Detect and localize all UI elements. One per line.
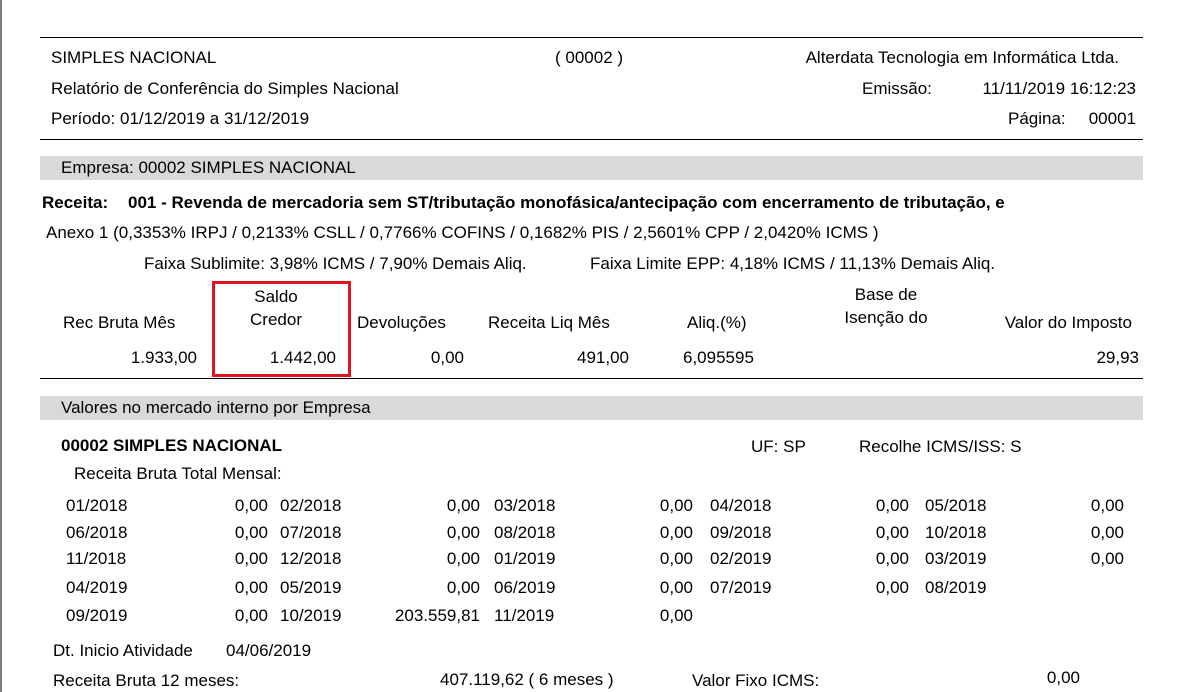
pagina-value: 00001	[1088, 109, 1136, 128]
empresa-detail-name: 00002 SIMPLES NACIONAL	[61, 436, 283, 455]
month-value: 0,00	[875, 496, 909, 515]
month-label: 03/2019	[925, 549, 987, 568]
col-base-line1: Base de	[854, 285, 918, 304]
receita-12-label: Receita Bruta 12 meses:	[53, 671, 240, 690]
value-receita-liq-mes: 491,00	[577, 348, 629, 367]
col-devolucoes: Devoluções	[357, 313, 446, 332]
month-value: 0,00	[234, 523, 268, 542]
month-label: 07/2019	[710, 578, 772, 597]
value-rec-bruta-mes: 1.933,00	[130, 348, 197, 367]
value-devolucoes: 0,00	[430, 348, 464, 367]
periodo-text: Período: 01/12/2019 a 31/12/2019	[51, 109, 310, 128]
emissao-value: 11/11/2019 16:12:23	[982, 79, 1136, 98]
month-label: 04/2018	[710, 496, 772, 515]
col-aliq: Aliq.(%)	[687, 313, 747, 332]
month-label: 01/2018	[66, 496, 128, 515]
anexo-line: Anexo 1 (0,3353% IRPJ / 0,2133% CSLL / 0…	[46, 223, 879, 242]
emissao-label: Emissão:	[862, 79, 932, 98]
month-value: 0,00	[234, 578, 268, 597]
col-base-line2: Isenção do	[844, 308, 928, 327]
month-label: 08/2019	[925, 578, 987, 597]
month-label: 02/2019	[710, 549, 772, 568]
receita-12-value: 407.119,62 ( 6 meses )	[440, 670, 614, 689]
empresa-recolhe: Recolhe ICMS/ISS: S	[859, 437, 1022, 456]
header-top-rule	[40, 37, 1143, 38]
month-label: 09/2018	[710, 523, 772, 542]
month-label: 04/2019	[66, 578, 128, 597]
month-label: 10/2018	[925, 523, 987, 542]
month-value: 0,00	[659, 606, 693, 625]
dt-inicio-value: 04/06/2019	[226, 641, 312, 660]
month-value: 0,00	[659, 496, 693, 515]
month-label: 07/2018	[280, 523, 342, 542]
col-valor-imposto: Valor do Imposto	[1004, 313, 1132, 332]
month-value: 0,00	[875, 578, 909, 597]
receita-description: 001 - Revenda de mercadoria sem ST/tribu…	[128, 193, 1005, 212]
month-value: 0,00	[875, 549, 909, 568]
month-value: 0,00	[234, 549, 268, 568]
month-value: 0,00	[446, 578, 480, 597]
month-label: 05/2018	[925, 496, 987, 515]
month-label: 06/2019	[494, 578, 556, 597]
month-label: 03/2018	[494, 496, 556, 515]
report-name: Relatório de Conferência do Simples Naci…	[51, 79, 399, 98]
valor-fixo-label: Valor Fixo ICMS:	[692, 671, 820, 690]
month-label: 09/2019	[66, 606, 128, 625]
empresa-uf: UF: SP	[751, 437, 806, 456]
header-bottom-rule	[40, 139, 1143, 140]
month-label: 10/2019	[280, 606, 342, 625]
month-label: 06/2018	[66, 523, 128, 542]
month-value: 0,00	[875, 523, 909, 542]
value-valor-imposto: 29,93	[1096, 348, 1139, 367]
month-value: 0,00	[234, 606, 268, 625]
month-value: 0,00	[1090, 496, 1124, 515]
month-value: 0,00	[1090, 549, 1124, 568]
month-value: 0,00	[446, 549, 480, 568]
saldo-credor-highlight-box	[212, 281, 351, 377]
month-label: 12/2018	[280, 549, 342, 568]
page-left-border	[0, 0, 2, 692]
dt-inicio-label: Dt. Inicio Atividade	[53, 641, 193, 660]
value-aliq: 6,095595	[683, 348, 754, 367]
month-label: 08/2018	[494, 523, 556, 542]
report-system-title: SIMPLES NACIONAL	[51, 48, 217, 67]
month-value: 0,00	[659, 549, 693, 568]
month-value: 203.559,81	[394, 606, 480, 625]
receita-label: Receita:	[42, 193, 109, 212]
empresa-band-label: Empresa: 00002 SIMPLES NACIONAL	[61, 158, 356, 177]
faixa-sublimite: Faixa Sublimite: 3,98% ICMS / 7,90% Dema…	[144, 254, 527, 273]
mercado-band-label: Valores no mercado interno por Empresa	[61, 398, 371, 417]
month-value: 0,00	[1090, 523, 1124, 542]
valor-fixo-value: 0,00	[1046, 668, 1080, 687]
month-value: 0,00	[446, 496, 480, 515]
month-label: 11/2018	[66, 549, 127, 568]
month-label: 11/2019	[494, 606, 555, 625]
section-rule	[40, 378, 1143, 379]
company-name: Alterdata Tecnologia em Informática Ltda…	[805, 48, 1119, 67]
pagina-label: Página:	[1008, 109, 1066, 128]
month-value: 0,00	[659, 523, 693, 542]
receita-total-mensal-label: Receita Bruta Total Mensal:	[74, 464, 282, 483]
month-label: 01/2019	[494, 549, 556, 568]
month-value: 0,00	[446, 523, 480, 542]
report-code: ( 00002 )	[555, 48, 624, 67]
month-label: 02/2018	[280, 496, 342, 515]
faixa-limite-epp: Faixa Limite EPP: 4,18% ICMS / 11,13% De…	[590, 254, 996, 273]
col-receita-liq-mes: Receita Liq Mês	[488, 313, 610, 332]
month-label: 05/2019	[280, 578, 342, 597]
col-rec-bruta-mes: Rec Bruta Mês	[63, 313, 176, 332]
month-value: 0,00	[234, 496, 268, 515]
month-value: 0,00	[659, 578, 693, 597]
